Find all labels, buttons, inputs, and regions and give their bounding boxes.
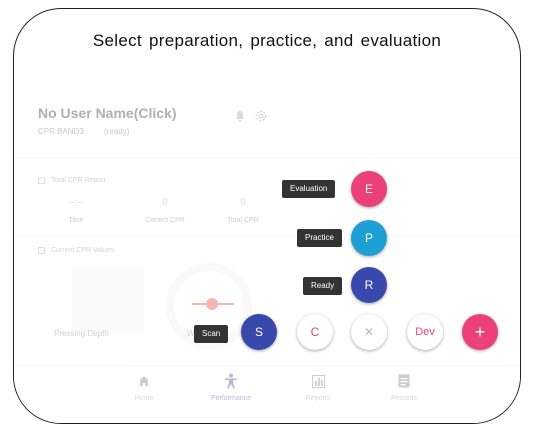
practice-tooltip[interactable]: Practice [297, 229, 342, 247]
overlay-scrim[interactable] [14, 95, 520, 423]
instruction-caption: Select preparation, practice, and evalua… [92, 31, 442, 50]
plus-button[interactable]: + [462, 314, 498, 350]
c-button[interactable]: C [297, 314, 333, 350]
scan-button[interactable]: S [241, 314, 277, 350]
ready-button[interactable]: R [351, 267, 387, 303]
scan-tooltip[interactable]: Scan [194, 325, 229, 343]
ready-tooltip[interactable]: Ready [303, 277, 343, 295]
device-frame: Select preparation, practice, and evalua… [13, 8, 521, 424]
evaluation-tooltip[interactable]: Evaluation [282, 180, 336, 198]
dev-button[interactable]: Dev [407, 314, 443, 350]
evaluation-button[interactable]: E [351, 171, 387, 207]
close-icon[interactable]: ✕ [351, 314, 387, 350]
practice-button[interactable]: P [351, 220, 387, 256]
